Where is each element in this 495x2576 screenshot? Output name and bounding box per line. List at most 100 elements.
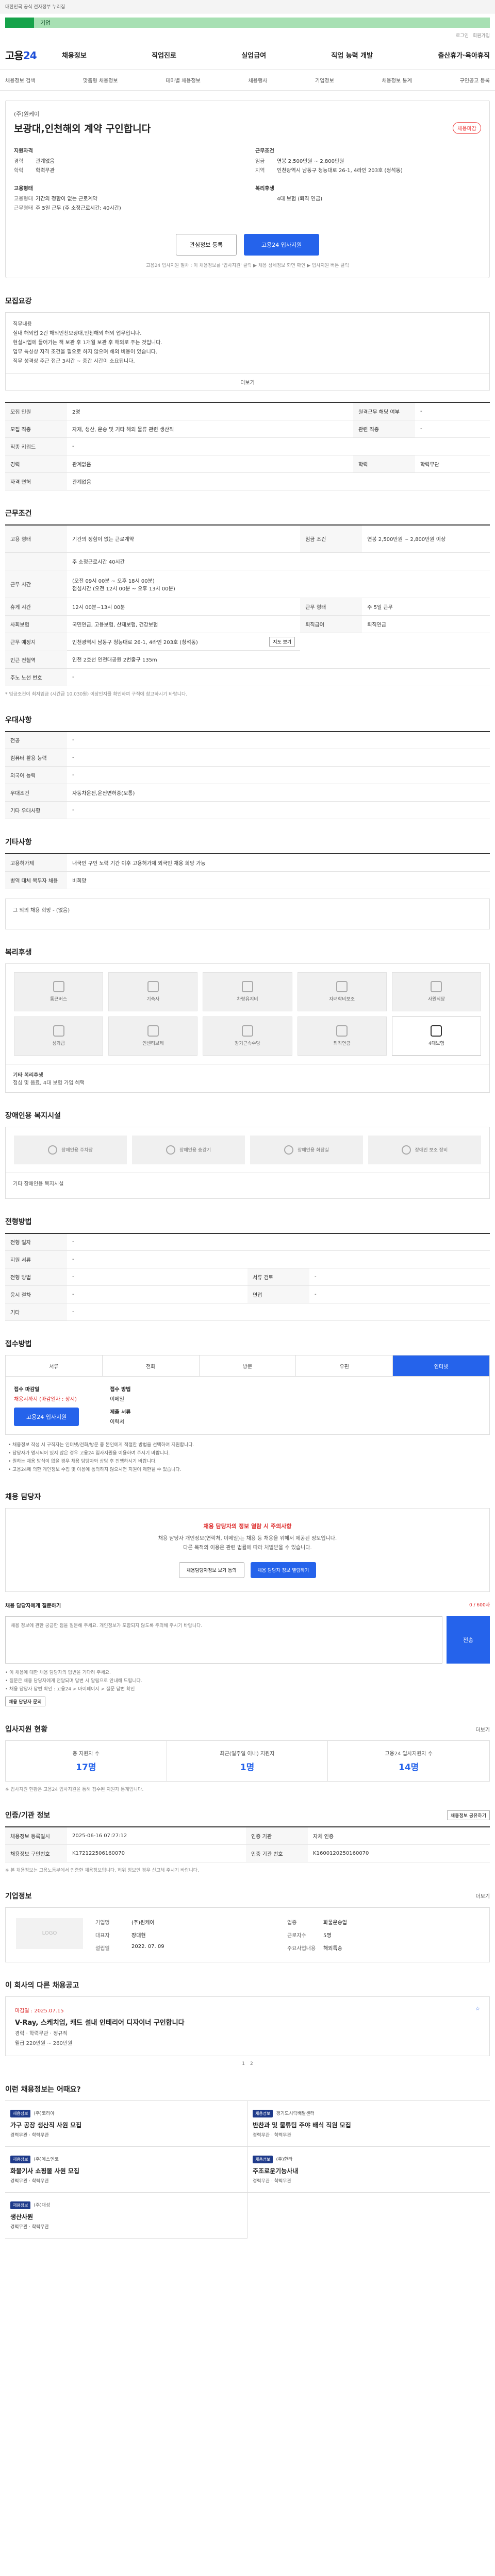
manager-section: 채용 담당자 채용 담당자의 정보 열람 시 주의사항 채용 담당자 개인정보(… — [5, 1492, 490, 1706]
logo[interactable]: 고용24 — [5, 47, 62, 62]
disability-item: 장애인용 승강기 — [132, 1135, 245, 1164]
gnb-item-3[interactable]: 직업 능력 개발 — [331, 50, 373, 60]
welfare-item: 자녀학비보조 — [297, 972, 387, 1011]
recruit-section: 모집요강 직무내용 실내 해외업 2건 해외인천보광대,인천해외 해외 업무입니다… — [5, 296, 490, 490]
sub-nav: 채용정보 검색 맞춤형 채용정보 테마별 채용정보 채용행사 기업정보 채용정보 통계 구인… — [0, 70, 495, 91]
welfare-item: 기숙사 — [108, 972, 198, 1011]
recruit-table: 모집 인원 2명 원격근무 해당 여부 - 모집 직종 자재, 생산, 운송 및 기타 해… — [5, 402, 490, 490]
tab-method-3[interactable]: 우편 — [296, 1355, 393, 1376]
etc-section: 기타사항 고용허가제 내국인 구인 노력 기간 이후 고용허가제 외국인 채용 희… — [5, 837, 490, 929]
table-row: 기타 - — [5, 1303, 490, 1321]
table-row: 기타 우대사항 - — [5, 801, 490, 819]
disability-section: 장애인용 복지시설 장애인용 주차장 장애인용 승강기 장애인용 화장실 장애인 보조… — [5, 1110, 490, 1199]
conditions-table: 고용 형태 기간의 정함이 없는 근로계약 임금 조건 연봉 2,500만원 ~ 2,… — [5, 524, 490, 686]
selection-section: 전형방법 전형 일자 - 지원 서류 - 전형 방법 - 서류 검토 - 응시 절차 - 면접 - 기타… — [5, 1216, 490, 1321]
list-item[interactable]: 채용정보 (주)대성 생산사원 경력무관 · 학력무관 — [5, 2192, 248, 2239]
login-link[interactable]: 로그인 — [456, 32, 469, 39]
table-row: 전공 - — [5, 731, 490, 749]
kv-row: 경력 관계없음 — [14, 159, 55, 164]
util-links: 로그인 회원가입 — [0, 29, 495, 39]
list-item[interactable]: 채용정보 (주)에스엔코 화물기사 쇼핑몰 사원 모집 경력무관 · 학력무관 — [5, 2146, 248, 2193]
kv-row: 학력 학력무관 — [14, 168, 55, 174]
disability-item: 장애인 보조 장비 — [368, 1135, 481, 1164]
welfare-icon — [53, 981, 64, 992]
subnav-item-6[interactable]: 구인공고 등록 — [460, 76, 490, 84]
welfare-section: 복리후생 통근버스 기숙사 차량유지비 자녀학비보조 사원식당 성과급 인센티브제 장기근속수… — [5, 947, 490, 1093]
company-more-link[interactable]: 더보기 — [475, 1892, 490, 1900]
accessibility-icon — [284, 1145, 294, 1155]
page-link[interactable]: 2 — [250, 2061, 253, 2066]
table-row: 우대조건 자동차운전,운전면허증(보통) — [5, 784, 490, 802]
table-row: 전형 일자 - — [5, 1233, 490, 1251]
apply-button-2[interactable]: 고용24 입사지원 — [14, 1408, 79, 1426]
subnav-item-3[interactable]: 채용행사 — [249, 76, 268, 84]
gnb-item-1[interactable]: 직업진로 — [152, 50, 176, 60]
stat-card: 총 지원자 수 17명 — [6, 1741, 167, 1781]
prefer-section: 우대사항 전공 - 컴퓨터 활용 능력 - 외국어 능력 - 우대조건 자동차운전,운전면허증… — [5, 715, 490, 819]
job-summary: (주)원케이 보광대,인천해외 계약 구인합니다 채용마감 지원자격 경력 관계없음… — [5, 100, 490, 278]
send-button[interactable]: 전송 — [447, 1616, 490, 1664]
table-row: 모집 직종 자재, 생산, 운송 및 기타 해외 물류 관련 생산직 관련 직종 - — [5, 420, 490, 438]
stats-section: 입사지원 현황 더보기 총 지원자 수 17명 최근(일주일 이내) 지원자 1명 고용2… — [5, 1725, 490, 1792]
recommend-section: 이런 채용정보는 어때요? 채용정보 (주)코리아 가구 공장 생산직 사원 모집 경… — [5, 2084, 490, 2239]
info-section: 인증/기관 정보 채용정보 공유하기 채용정보 등록일시 2025-06-16 07… — [5, 1810, 490, 1873]
stats-more-link[interactable]: 더보기 — [475, 1725, 490, 1733]
disability-item: 장애인용 화장실 — [250, 1135, 363, 1164]
apply-section: 접수방법 서류 전화 방문 우편 인터넷 접수 마감일 채용시까지 (마감일자 : 상시… — [5, 1338, 490, 1474]
subnav-item-1[interactable]: 맞춤형 채용정보 — [83, 76, 118, 84]
top-banner: 기업 — [5, 16, 490, 29]
welfare-icon — [147, 1025, 159, 1037]
tab-method-4[interactable]: 인터넷 — [393, 1355, 489, 1376]
welfare-icon — [336, 1025, 348, 1037]
welfare-icon — [431, 1025, 442, 1037]
table-row: 고용허가제 내국인 구인 노력 기간 이후 고용허가제 외국인 채용 희망 가능 — [5, 854, 490, 872]
table-row: 컴퓨터 활용 능력 - — [5, 749, 490, 767]
welfare-item: 차량유지비 — [203, 972, 292, 1011]
welfare-item: 4대보험 — [391, 1016, 481, 1056]
welfare-icon — [241, 1025, 253, 1037]
welfare-icon — [241, 981, 253, 992]
disability-item: 장애인용 주차장 — [14, 1135, 127, 1164]
welfare-item: 사원식당 — [391, 972, 481, 1011]
welfare-icon — [53, 1025, 64, 1037]
job-description: 직무내용 실내 해외업 2건 해외인천보광대,인천해외 해외 업무입니다. 현실사업… — [5, 312, 490, 374]
welfare-item: 퇴직연금 — [297, 1016, 387, 1056]
kv-row: 4대 보험 (퇴직 연금) — [277, 196, 323, 202]
gnb-item-4[interactable]: 출산휴가·육아휴직 — [438, 50, 490, 60]
tab-method-2[interactable]: 방문 — [200, 1355, 296, 1376]
subnav-item-0[interactable]: 채용정보 검색 — [5, 76, 35, 84]
kv-row: 임금 연봉 2,500만원 ~ 2,800만원 — [255, 159, 344, 164]
welfare-item: 인센티브제 — [108, 1016, 198, 1056]
subnav-item-4[interactable]: 기업정보 — [315, 76, 334, 84]
view-manager-button[interactable]: 채용 담당자 정보 열람하기 — [250, 1562, 317, 1578]
welfare-icon — [147, 981, 159, 992]
gnb-item-0[interactable]: 채용정보 — [62, 50, 87, 60]
list-item[interactable]: 채용정보 경기도시락배달센터 반찬과 및 물류팀 주야 배식 직원 모집 경력무관 ·… — [248, 2101, 490, 2147]
tab-method-1[interactable]: 전화 — [103, 1355, 200, 1376]
company-name: (주)원케이 — [14, 111, 40, 117]
share-button[interactable]: 채용정보 공유하기 — [447, 1810, 490, 1820]
map-button[interactable]: 지도 보기 — [269, 637, 295, 647]
stat-card: 고용24 입사지원자 수 14명 — [385, 1751, 433, 1773]
gnb-item-2[interactable]: 실업급여 — [241, 50, 266, 60]
apply-button[interactable]: 고용24 입사지원 — [244, 234, 320, 256]
ask-manager-button[interactable]: 채용 담당자 문의 — [5, 1697, 45, 1706]
question-input[interactable] — [5, 1616, 442, 1664]
table-row: 응시 절차 - 면접 - — [5, 1285, 490, 1303]
consent-button[interactable]: 채용담당자정보 보기 동의 — [178, 1562, 244, 1578]
list-item[interactable]: 채용정보 (주)한라 주조로운기능사내 경력무관 · 학력무관 — [248, 2147, 490, 2193]
list-item[interactable]: 채용정보 (주)코리아 가구 공장 생산직 사원 모집 경력무관 · 학력무관 — [5, 2100, 248, 2147]
conditions-section: 근무조건 고용 형태 기간의 정함이 없는 근로계약 임금 조건 연봉 2,500만원… — [5, 508, 490, 697]
join-link[interactable]: 회원가입 — [473, 32, 490, 39]
accessibility-icon — [166, 1145, 176, 1155]
list-item[interactable]: 마감일 : 2025.07.15 V-Ray, 스케치업, 캐드 설내 인테리어… — [5, 1996, 490, 2056]
tab-method-0[interactable]: 서류 — [6, 1355, 103, 1376]
page-link[interactable]: 1 — [242, 2061, 245, 2066]
bookmark-icon[interactable]: ☆ — [475, 2006, 480, 2046]
other-jobs-section: 이 회사의 다른 채용공고 마감일 : 2025.07.15 V-Ray, 스케… — [5, 1980, 490, 2066]
scrap-button[interactable]: 관심정보 등록 — [175, 234, 237, 256]
more-button[interactable]: 더보기 — [5, 374, 490, 391]
subnav-item-2[interactable]: 테마별 채용정보 — [166, 76, 201, 84]
subnav-item-5[interactable]: 채용정보 통계 — [382, 76, 411, 84]
global-nav: 고용24 채용정보 직업진로 실업급여 직업 능력 개발 출산휴가·육아휴직 — [0, 39, 495, 70]
